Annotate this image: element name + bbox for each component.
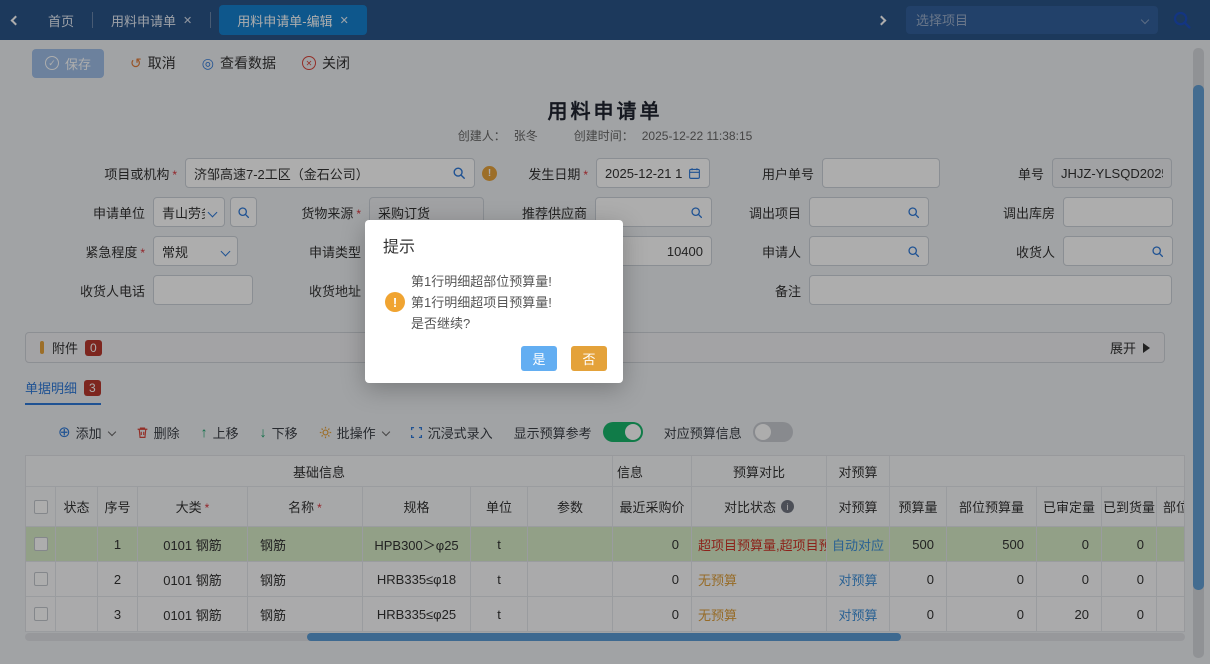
dialog-line: 第1行明细超项目预算量! bbox=[411, 295, 552, 310]
no-button[interactable]: 否 bbox=[571, 346, 607, 371]
dialog-message: 第1行明细超部位预算量! 第1行明细超项目预算量! 是否继续? bbox=[411, 271, 552, 334]
yes-button[interactable]: 是 bbox=[521, 346, 557, 371]
dialog-line: 第1行明细超部位预算量! bbox=[411, 274, 552, 289]
dialog-title: 提示 bbox=[383, 239, 416, 256]
warning-icon: ! bbox=[385, 292, 405, 312]
dialog-line: 是否继续? bbox=[411, 316, 471, 331]
alert-dialog: 提示 ! 第1行明细超部位预算量! 第1行明细超项目预算量! 是否继续? 是 否 bbox=[365, 220, 623, 383]
